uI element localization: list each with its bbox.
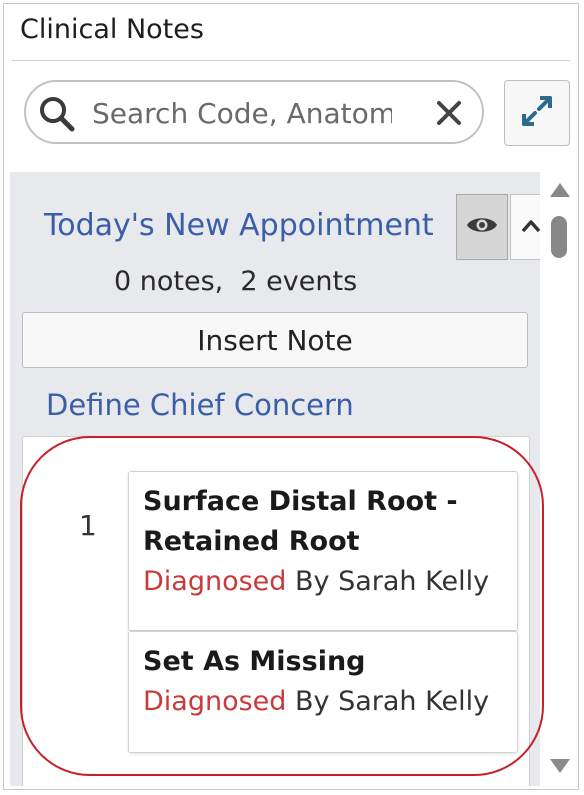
note-meta: Diagnosed By Sarah Kelly	[143, 682, 503, 722]
notes-list: 1 Surface Distal Root - Retained Root Di…	[22, 436, 530, 786]
collapse-button[interactable]	[510, 194, 540, 260]
header-divider	[12, 60, 570, 61]
note-card[interactable]: Surface Distal Root - Retained Root Diag…	[128, 471, 518, 631]
note-title: Surface Distal Root - Retained Root	[143, 486, 458, 557]
toggle-visibility-button[interactable]	[456, 194, 508, 260]
search-icon	[38, 95, 76, 137]
appointment-title: Today's New Appointment	[44, 208, 434, 243]
expand-icon	[517, 91, 557, 135]
note-author: By Sarah Kelly	[286, 686, 490, 717]
note-number: 1	[79, 509, 97, 542]
vertical-scrollbar[interactable]	[544, 172, 574, 786]
search-bar	[24, 80, 484, 144]
close-icon[interactable]	[434, 98, 464, 132]
search-input[interactable]	[90, 88, 394, 138]
scroll-up-arrow-icon[interactable]	[549, 182, 571, 202]
eye-icon	[466, 214, 498, 240]
scroll-down-arrow-icon[interactable]	[549, 758, 571, 778]
note-status: Diagnosed	[143, 566, 287, 597]
appointment-section: Today's New Appointment 0 notes, 2 event…	[10, 172, 540, 786]
scrollbar-thumb[interactable]	[551, 216, 567, 258]
expand-button[interactable]	[504, 80, 570, 146]
note-author: By Sarah Kelly	[286, 566, 490, 597]
note-status: Diagnosed	[143, 686, 287, 717]
note-meta: Diagnosed By Sarah Kelly	[143, 562, 503, 602]
panel-title: Clinical Notes	[20, 14, 204, 45]
insert-note-button[interactable]: Insert Note	[22, 312, 528, 368]
chevron-up-icon	[521, 218, 540, 237]
note-card[interactable]: Set As Missing Diagnosed By Sarah Kelly	[128, 631, 518, 753]
appointment-counts: 0 notes, 2 events	[114, 266, 358, 297]
note-title: Set As Missing	[143, 646, 366, 677]
define-chief-concern-link[interactable]: Define Chief Concern	[46, 388, 354, 422]
